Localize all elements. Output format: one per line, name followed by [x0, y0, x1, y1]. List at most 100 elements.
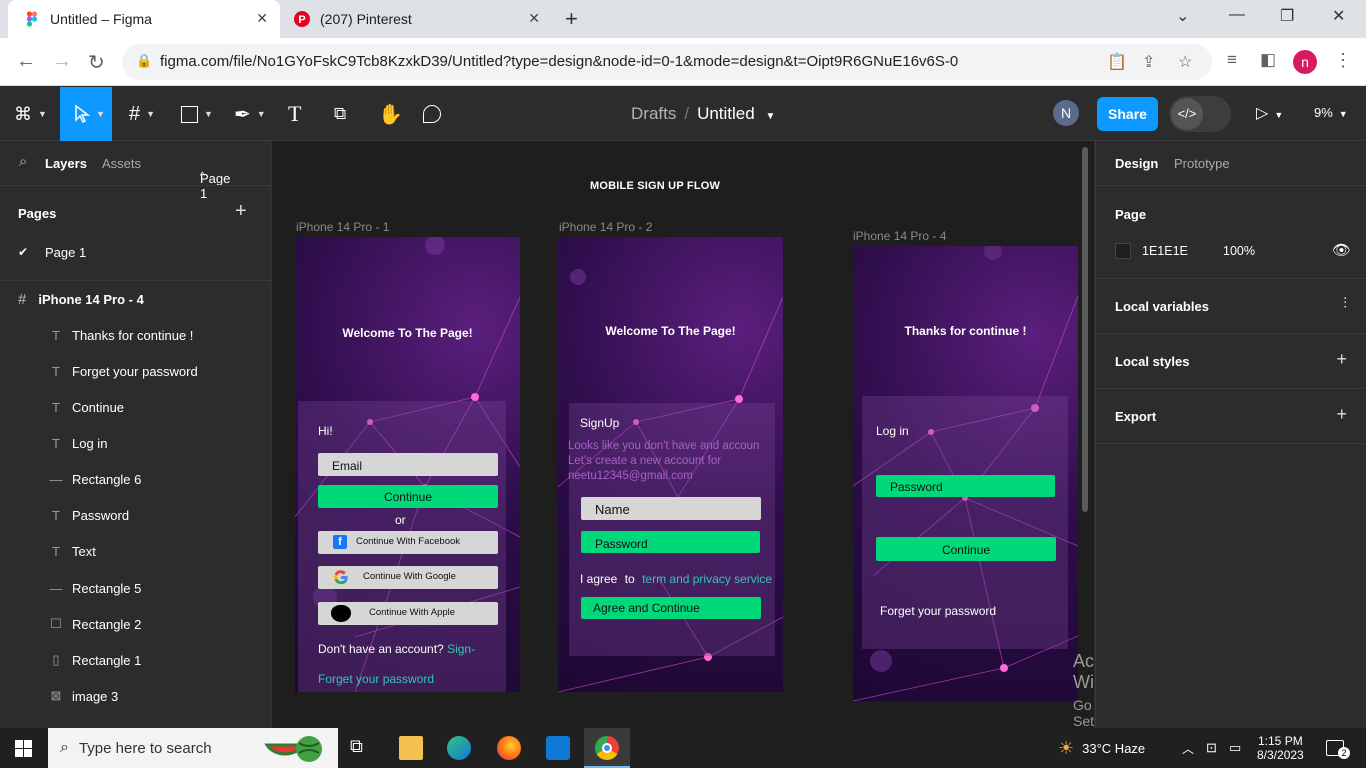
close-tab-icon[interactable]: ✕: [256, 10, 268, 27]
profile-avatar[interactable]: n: [1293, 50, 1317, 74]
pen-tool[interactable]: ✒ ▼: [234, 87, 266, 141]
back-icon[interactable]: ←: [16, 50, 36, 73]
layer-row[interactable]: T Log in: [0, 425, 270, 461]
agree-continue-button[interactable]: Agree and Continue: [581, 597, 761, 619]
page-item[interactable]: ✔ Page 1: [0, 236, 270, 270]
chevron-up-icon[interactable]: ︿: [1182, 728, 1194, 768]
password-input[interactable]: Password: [581, 531, 760, 553]
restore-icon[interactable]: ❐: [1280, 6, 1294, 26]
omnibox[interactable]: 🔒 figma.com/file/No1GYoFskC9Tcb8KzxkD39/…: [122, 44, 1212, 80]
add-export-icon[interactable]: +: [1336, 404, 1347, 425]
tab-search-icon[interactable]: ⌄: [1176, 6, 1189, 26]
new-tab-icon[interactable]: +: [565, 6, 578, 32]
reload-icon[interactable]: ↻: [88, 50, 105, 75]
layer-row[interactable]: T Thanks for continue !: [0, 317, 270, 353]
google-button[interactable]: Continue With Google: [318, 566, 498, 589]
apple-button[interactable]: Continue With Apple: [318, 602, 498, 625]
phone-frame-2[interactable]: Welcome To The Page! SignUp Looks like y…: [558, 237, 783, 692]
device-icon[interactable]: ⊡: [1206, 728, 1217, 768]
bg-opacity-value[interactable]: 100%: [1223, 244, 1255, 258]
local-variables-label[interactable]: Local variables: [1115, 299, 1209, 314]
facebook-button[interactable]: f Continue With Facebook: [318, 531, 498, 554]
bg-color-value[interactable]: 1E1E1E: [1142, 244, 1188, 258]
tab-layers[interactable]: Layers: [45, 156, 87, 171]
design-canvas[interactable]: MOBILE SIGN UP FLOW iPhone 14 Pro - 1 We…: [272, 141, 1094, 728]
frame-label[interactable]: iPhone 14 Pro - 2: [559, 220, 652, 234]
breadcrumb-folder[interactable]: Drafts: [631, 104, 676, 123]
search-icon[interactable]: ⌕: [19, 153, 27, 170]
layer-row[interactable]: — Rectangle 5: [0, 570, 270, 606]
layer-row[interactable]: — Rectangle 6: [0, 461, 270, 497]
layer-row[interactable]: T Password: [0, 497, 270, 533]
battery-icon[interactable]: ▭: [1229, 728, 1241, 768]
clock[interactable]: 1:15 PM 8/3/2023: [1257, 728, 1304, 768]
minimize-icon[interactable]: —: [1229, 6, 1245, 24]
tab-figma[interactable]: Untitled – Figma ✕: [8, 0, 280, 38]
frame-label[interactable]: iPhone 14 Pro - 4: [853, 229, 946, 243]
url-text[interactable]: figma.com/file/No1GYoFskC9Tcb8KzxkD39/Un…: [160, 53, 958, 70]
layer-row[interactable]: T Forget your password: [0, 353, 270, 389]
signup-link[interactable]: Sign-: [447, 642, 475, 656]
sliders-icon[interactable]: ⫶: [1343, 295, 1347, 312]
dev-mode-toggle[interactable]: </>: [1169, 96, 1231, 132]
bookmark-star-icon[interactable]: ☆: [1178, 52, 1192, 72]
store-icon[interactable]: [546, 736, 570, 760]
add-style-icon[interactable]: +: [1336, 349, 1347, 370]
notifications-button[interactable]: 2: [1326, 728, 1350, 768]
present-button[interactable]: ▷ ▼: [1256, 103, 1283, 123]
frame-tool[interactable]: # ▼: [129, 87, 155, 141]
canvas-scrollbar[interactable]: [1082, 147, 1088, 512]
password-input[interactable]: Password: [876, 475, 1055, 497]
phone-frame-4[interactable]: Thanks for continue ! Log in Password Co…: [853, 246, 1078, 701]
user-avatar[interactable]: N: [1053, 100, 1079, 126]
side-panel-icon[interactable]: ◧: [1260, 50, 1276, 70]
forgot-password-link[interactable]: Forget your password: [880, 604, 996, 618]
hand-tool[interactable]: ✋: [378, 87, 403, 141]
edge-icon[interactable]: [447, 736, 471, 760]
chevron-down-icon[interactable]: ▼: [765, 111, 775, 122]
chrome-taskbar-button[interactable]: [584, 728, 630, 768]
name-input[interactable]: Name: [581, 497, 761, 520]
layer-row[interactable]: T Continue: [0, 389, 270, 425]
tab-design[interactable]: Design: [1115, 156, 1158, 171]
file-explorer-icon[interactable]: [399, 736, 423, 760]
email-input[interactable]: Email: [318, 453, 498, 476]
phone-frame-1[interactable]: Welcome To The Page! Hi! Email Continue …: [295, 237, 520, 692]
share-page-icon[interactable]: ⇪: [1142, 52, 1155, 72]
forward-icon[interactable]: →: [52, 50, 72, 73]
add-page-icon[interactable]: +: [235, 200, 247, 223]
close-tab-icon[interactable]: ✕: [528, 10, 540, 27]
continue-button[interactable]: Continue: [318, 485, 498, 508]
share-button[interactable]: Share: [1097, 97, 1158, 131]
shape-tool[interactable]: ▼: [181, 87, 213, 141]
close-window-icon[interactable]: ✕: [1332, 6, 1345, 26]
clipboard-icon[interactable]: 📋: [1107, 52, 1127, 72]
firefox-icon[interactable]: [497, 736, 521, 760]
terms-link[interactable]: term and privacy service: [642, 572, 772, 586]
forgot-password-link[interactable]: Forget your password: [318, 672, 434, 686]
layer-row[interactable]: ▯ Rectangle 1: [0, 642, 270, 678]
eye-icon[interactable]: 👁: [1332, 241, 1351, 259]
media-control-icon[interactable]: ≡: [1227, 50, 1237, 70]
layer-row[interactable]: ☐ Rectangle 2: [0, 606, 270, 642]
weather-widget[interactable]: ☀ 33°C Haze: [1058, 728, 1145, 768]
move-tool[interactable]: ▼: [60, 87, 112, 141]
taskbar-search[interactable]: ⌕ Type here to search: [48, 728, 338, 768]
main-menu-button[interactable]: ⌘ ▼: [14, 87, 47, 141]
layer-frame[interactable]: # iPhone 14 Pro - 4: [0, 281, 270, 317]
tab-assets[interactable]: Assets: [102, 156, 141, 171]
layer-row[interactable]: T Text: [0, 533, 270, 569]
tab-prototype[interactable]: Prototype: [1174, 156, 1230, 171]
frame-label[interactable]: iPhone 14 Pro - 1: [296, 220, 389, 234]
task-view-icon[interactable]: ⧉: [350, 736, 374, 760]
file-name[interactable]: Untitled: [697, 104, 755, 123]
windows-start-icon[interactable]: [15, 740, 32, 757]
continue-button[interactable]: Continue: [876, 537, 1056, 561]
color-swatch[interactable]: [1115, 243, 1131, 259]
resources-tool[interactable]: ⧉: [334, 87, 346, 141]
comment-tool[interactable]: [423, 87, 441, 141]
layer-row[interactable]: ⊠ image 3: [0, 678, 270, 714]
tab-pinterest[interactable]: P (207) Pinterest ✕: [282, 0, 552, 38]
browser-menu-icon[interactable]: ⋮: [1334, 50, 1352, 71]
text-tool[interactable]: T: [288, 87, 301, 141]
